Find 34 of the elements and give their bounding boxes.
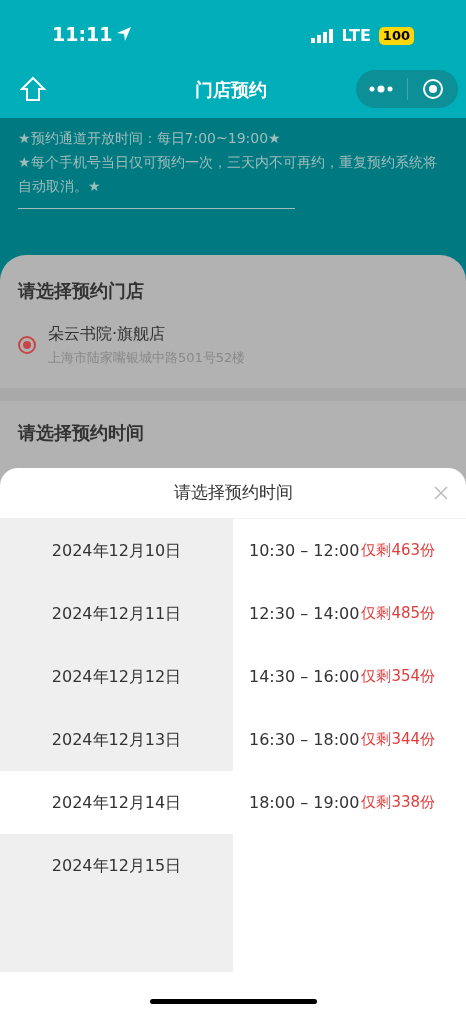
slot-time: 16:30 – 18:00 <box>249 728 360 751</box>
slot-time: 10:30 – 12:00 <box>249 539 360 562</box>
slot-time: 14:30 – 16:00 <box>249 665 360 688</box>
time-slot-option[interactable]: 12:30 – 14:00仅剩485份 <box>233 582 466 645</box>
time-slot-option[interactable]: 18:00 – 19:00仅剩338份 <box>233 771 466 834</box>
status-time: 11:11 <box>52 21 113 47</box>
slot-remaining: 仅剩344份 <box>361 729 436 751</box>
notice-text: ★预约通道开放时间：每日7:00~19:00★ <box>18 129 282 148</box>
time-slot-option[interactable]: 16:30 – 18:00仅剩344份 <box>233 708 466 771</box>
location-arrow-icon <box>116 25 133 42</box>
time-slot-option[interactable]: 14:30 – 16:00仅剩354份 <box>233 645 466 708</box>
time-slot-option[interactable]: 10:30 – 12:00仅剩463份 <box>233 519 466 582</box>
section-title: 请选择预约时间 <box>18 420 145 445</box>
signal-icon <box>311 29 334 43</box>
section-title: 请选择预约门店 <box>18 279 145 303</box>
page-title: 门店预约 <box>195 77 267 102</box>
store-name: 朵云书院·旗舰店 <box>48 323 167 345</box>
notice-text: ★每个手机号当日仅可预约一次，三天内不可再约，重复预约系统将自动取消。★ <box>18 153 438 196</box>
close-button[interactable] <box>434 486 448 500</box>
slot-remaining: 仅剩338份 <box>361 792 436 814</box>
slot-time: 12:30 – 14:00 <box>249 602 360 625</box>
close-icon <box>434 486 448 500</box>
slot-remaining: 仅剩354份 <box>361 666 436 688</box>
battery-level: 100 <box>378 27 414 45</box>
radio-button[interactable] <box>18 335 36 354</box>
network-label: LTE <box>341 25 371 47</box>
slot-time: 18:00 – 19:00 <box>249 791 360 814</box>
slot-remaining: 仅剩463份 <box>361 540 436 562</box>
date-option[interactable]: 2024年12月14日 <box>0 771 233 834</box>
sheet-title: 请选择预约时间 <box>173 481 293 505</box>
target-icon <box>421 78 444 100</box>
more-icon <box>369 85 394 93</box>
slot-remaining: 仅剩485份 <box>361 603 436 625</box>
home-icon[interactable] <box>20 76 46 102</box>
